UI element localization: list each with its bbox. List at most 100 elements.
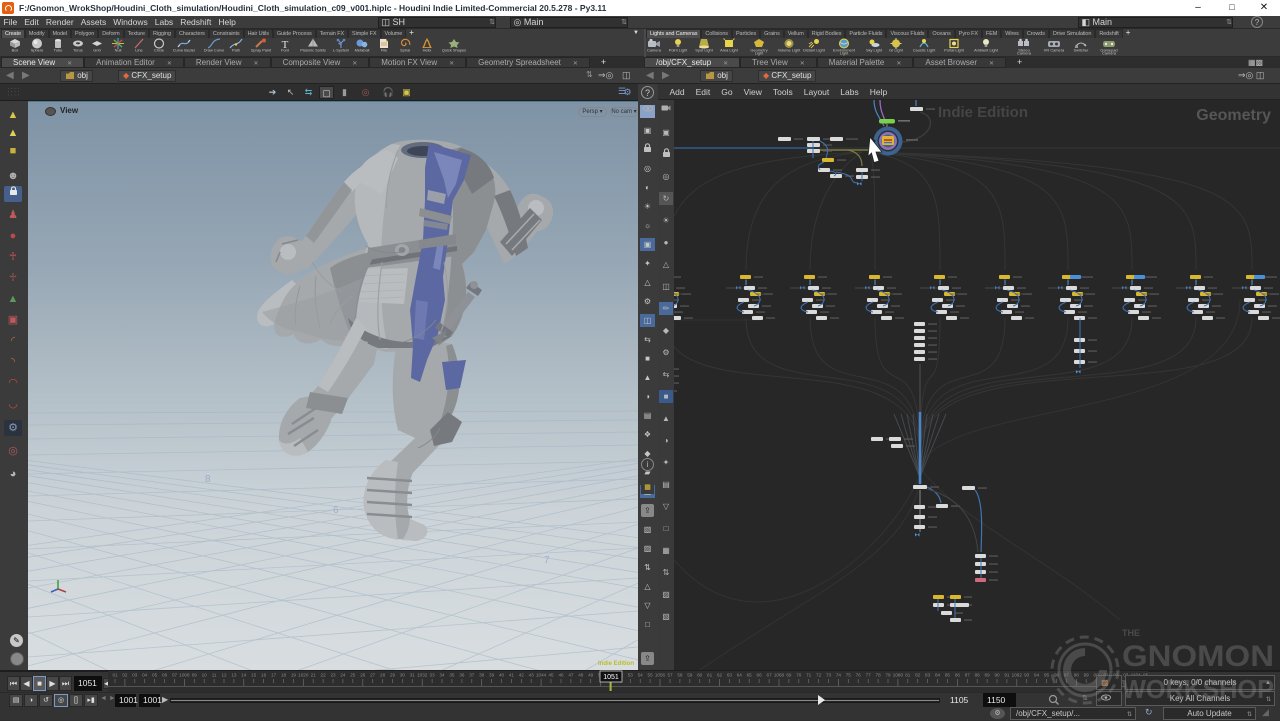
svg-text:1080: 1080 (893, 673, 904, 678)
svg-text:94: 94 (1034, 673, 1040, 678)
svg-text:26: 26 (360, 673, 366, 678)
svg-text:39: 39 (489, 673, 495, 678)
svg-text:13: 13 (231, 673, 237, 678)
svg-text:07: 07 (172, 673, 178, 678)
svg-text:1051: 1051 (603, 674, 619, 681)
svg-text:29: 29 (390, 673, 396, 678)
svg-text:04: 04 (142, 673, 148, 678)
svg-text:1020: 1020 (298, 673, 309, 678)
svg-text:03: 03 (132, 673, 138, 678)
svg-text:71: 71 (806, 673, 812, 678)
svg-text:1008: 1008 (179, 673, 190, 678)
svg-text:57: 57 (667, 673, 673, 678)
svg-text:72: 72 (816, 673, 822, 678)
svg-text:91: 91 (1004, 673, 1010, 678)
svg-text:65: 65 (747, 673, 753, 678)
svg-text:54: 54 (638, 673, 644, 678)
svg-text:84: 84 (935, 673, 941, 678)
svg-text:66: 66 (757, 673, 763, 678)
svg-text:70: 70 (796, 673, 802, 678)
svg-text:10: 10 (202, 673, 208, 678)
svg-text:88: 88 (975, 673, 981, 678)
svg-text:28: 28 (380, 673, 386, 678)
svg-text:11: 11 (212, 673, 217, 678)
svg-text:90: 90 (994, 673, 1000, 678)
svg-text:59: 59 (687, 673, 693, 678)
svg-text:33: 33 (430, 673, 436, 678)
svg-text:40: 40 (499, 673, 505, 678)
svg-text:02: 02 (122, 673, 128, 678)
svg-text:61: 61 (707, 673, 713, 678)
svg-text:14: 14 (241, 673, 247, 678)
svg-text:96: 96 (1054, 673, 1060, 678)
svg-text:21: 21 (311, 673, 317, 678)
svg-text:7: 7 (544, 555, 550, 566)
svg-text:98: 98 (1074, 673, 1080, 678)
svg-text:23: 23 (330, 673, 336, 678)
svg-text:15: 15 (251, 673, 257, 678)
svg-text:01: 01 (112, 673, 118, 678)
svg-text:81: 81 (905, 673, 911, 678)
svg-text:97: 97 (1064, 673, 1070, 678)
svg-text:09: 09 (192, 673, 198, 678)
svg-text:1032: 1032 (417, 673, 428, 678)
svg-text:62: 62 (717, 673, 723, 678)
svg-text:93: 93 (1024, 673, 1030, 678)
svg-text:45: 45 (548, 673, 554, 678)
svg-text:22: 22 (321, 673, 327, 678)
svg-text:49: 49 (588, 673, 594, 678)
svg-text:43: 43 (529, 673, 535, 678)
svg-text:31: 31 (410, 673, 416, 678)
svg-text:99: 99 (1084, 673, 1090, 678)
svg-text:48: 48 (578, 673, 584, 678)
svg-text:87: 87 (965, 673, 971, 678)
svg-text:89: 89 (985, 673, 991, 678)
svg-text:8: 8 (205, 474, 211, 485)
svg-text:12: 12 (221, 673, 227, 678)
svg-text:06: 06 (162, 673, 168, 678)
svg-text:79: 79 (885, 673, 891, 678)
svg-text:85: 85 (945, 673, 951, 678)
svg-text:75: 75 (846, 673, 852, 678)
svg-text:83: 83 (925, 673, 931, 678)
svg-text:6: 6 (333, 505, 339, 516)
svg-text:46: 46 (558, 673, 564, 678)
svg-text:64: 64 (737, 673, 743, 678)
svg-text:30: 30 (400, 673, 406, 678)
svg-text:27: 27 (370, 673, 376, 678)
svg-text:1044: 1044 (536, 673, 547, 678)
svg-text:63: 63 (727, 673, 733, 678)
svg-text:47: 47 (568, 673, 574, 678)
svg-text:77: 77 (866, 673, 872, 678)
svg-text:36: 36 (459, 673, 465, 678)
svg-text:34: 34 (439, 673, 445, 678)
svg-text:95: 95 (1044, 673, 1050, 678)
svg-text:60: 60 (697, 673, 703, 678)
svg-text:25: 25 (350, 673, 356, 678)
svg-text:82: 82 (915, 673, 921, 678)
svg-text:41: 41 (509, 673, 515, 678)
svg-text:1068: 1068 (774, 673, 785, 678)
svg-text:76: 76 (856, 673, 862, 678)
svg-text:Indie Edition: Indie Edition (938, 104, 1028, 121)
svg-text:37: 37 (469, 673, 475, 678)
svg-text:19: 19 (291, 673, 297, 678)
svg-text:24: 24 (340, 673, 346, 678)
svg-text:73: 73 (826, 673, 832, 678)
svg-text:18: 18 (281, 673, 287, 678)
svg-text:35: 35 (449, 673, 455, 678)
svg-text:05: 05 (152, 673, 158, 678)
svg-text:78: 78 (876, 673, 882, 678)
svg-text:Geometry: Geometry (1196, 107, 1271, 124)
svg-text:55: 55 (648, 673, 654, 678)
svg-text:86: 86 (955, 673, 961, 678)
svg-text:67: 67 (767, 673, 773, 678)
svg-text:74: 74 (836, 673, 842, 678)
svg-text:16: 16 (261, 673, 267, 678)
svg-text:69: 69 (786, 673, 792, 678)
svg-text:38: 38 (479, 673, 485, 678)
svg-text:1056: 1056 (655, 673, 666, 678)
svg-text:58: 58 (677, 673, 683, 678)
svg-text:53: 53 (628, 673, 634, 678)
svg-text:1092: 1092 (1012, 673, 1023, 678)
